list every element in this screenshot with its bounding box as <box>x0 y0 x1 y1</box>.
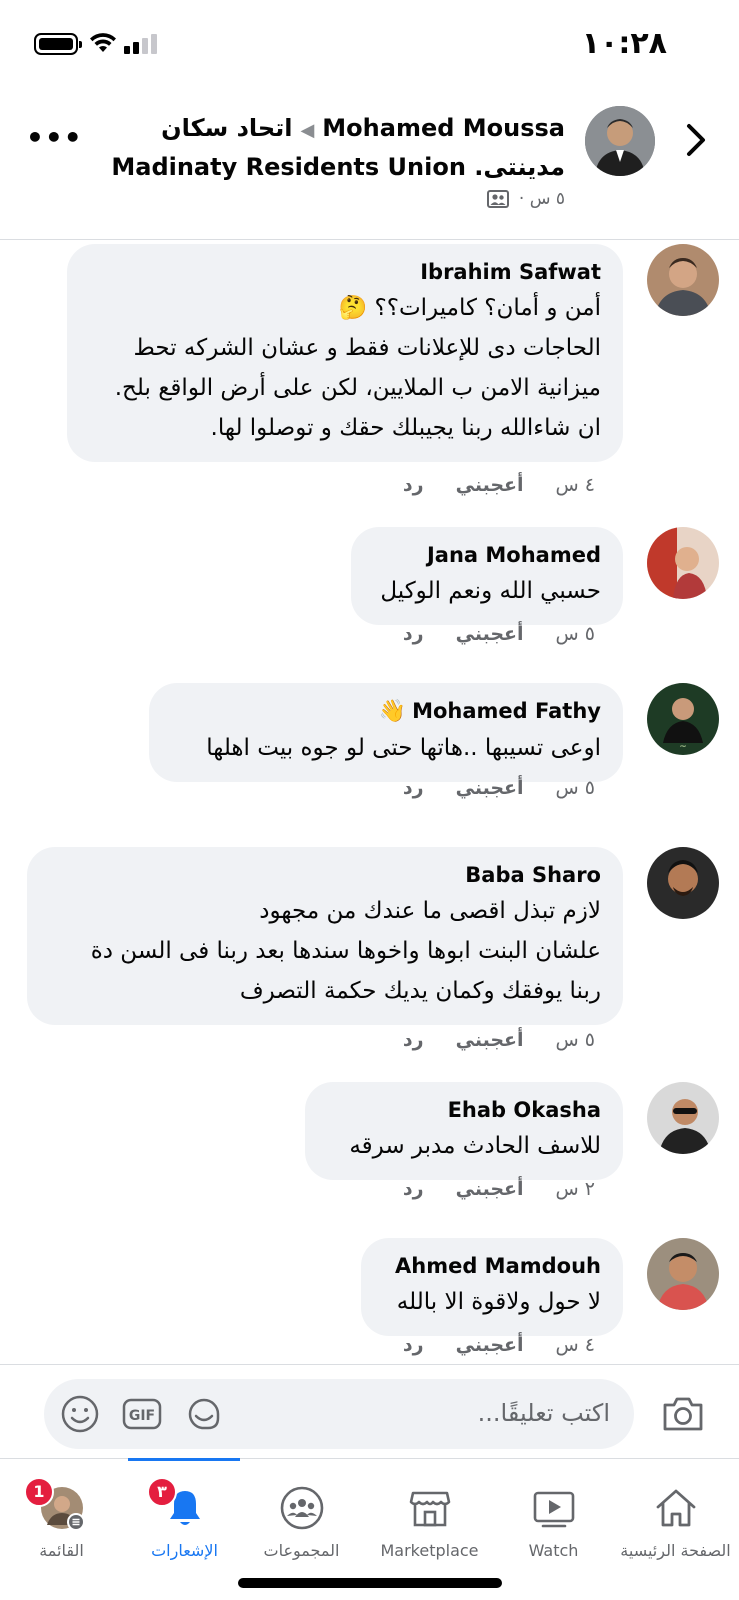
tab-home[interactable]: الصفحة الرئيسية <box>614 1469 737 1560</box>
wifi-icon <box>90 33 116 52</box>
commenter-name[interactable]: Jana Mohamed <box>373 539 601 571</box>
comment-actions: ٥ س أعجبني رد <box>371 623 595 645</box>
wave-badge-icon: 👋 <box>378 699 407 724</box>
tab-label: الإشعارات <box>151 1541 218 1560</box>
tab-marketplace[interactable]: Marketplace <box>368 1469 491 1560</box>
commenter-avatar[interactable]: ~ <box>647 683 719 755</box>
post-timestamp: ٥ س · <box>518 189 565 209</box>
more-options-icon[interactable]: ••• <box>26 124 82 152</box>
tab-label: Marketplace <box>380 1541 479 1560</box>
commenter-avatar[interactable] <box>647 847 719 919</box>
like-button[interactable]: أعجبني <box>456 777 524 799</box>
comment-bubble[interactable]: Mohamed Fathy👋 اوعى تسيبها ..هاتها حتى ل… <box>149 683 623 782</box>
comment-bubble[interactable]: Ehab Okasha للاسف الحادث مدبر سرقه <box>305 1082 623 1180</box>
comment-bubble[interactable]: Baba Sharo لازم تبذل اقصى ما عندك من مجه… <box>27 847 623 1025</box>
comment-text: أمن و أمان؟ كاميرات؟؟ 🤔 الحاجات دى للإعل… <box>114 295 601 441</box>
emoji-icon[interactable] <box>60 1394 100 1434</box>
comment-bubble[interactable]: Ibrahim Safwat أمن و أمان؟ كاميرات؟؟ 🤔 ا… <box>67 244 623 462</box>
reply-button[interactable]: رد <box>403 474 424 496</box>
like-button[interactable]: أعجبني <box>456 1334 524 1356</box>
watch-icon <box>533 1491 574 1528</box>
status-bar: ١٠:٢٨ <box>0 0 739 90</box>
commenter-name[interactable]: Mohamed Fathy <box>412 699 601 723</box>
cellular-signal-icon <box>124 34 158 54</box>
commenter-name[interactable]: Ehab Okasha <box>327 1094 601 1126</box>
svg-text:~: ~ <box>679 742 687 752</box>
bottom-tab-bar: 1 القائمة ٣ الإشعارات المجموعات Marketpl… <box>0 1458 739 1600</box>
comment-text: لازم تبذل اقصى ما عندك من مجهود علشان ال… <box>90 898 601 1004</box>
commenter-avatar[interactable] <box>647 1082 719 1154</box>
menu-badge: 1 <box>24 1477 54 1507</box>
reply-button[interactable]: رد <box>403 1178 424 1200</box>
comment-actions: ٢ س أعجبني رد <box>371 1178 595 1200</box>
comment-actions: ٥ س أعجبني رد <box>371 777 595 799</box>
marketplace-icon <box>409 1491 450 1527</box>
arrow-icon: ◀ <box>300 120 315 141</box>
commenter-name[interactable]: Ahmed Mamdouh <box>383 1250 601 1282</box>
comment-input-placeholder: اكتب تعليقًا... <box>477 1399 610 1427</box>
commenter-name[interactable]: Baba Sharo <box>49 859 601 891</box>
home-icon <box>656 1489 695 1527</box>
comment-bubble[interactable]: Jana Mohamed حسبي الله ونعم الوكيل <box>351 527 623 625</box>
tab-watch[interactable]: Watch <box>492 1469 615 1560</box>
tab-menu[interactable]: 1 القائمة <box>0 1469 123 1560</box>
post-header-text: Mohamed Moussa ◀ اتحاد سكان مدينتى. Madina… <box>105 110 565 213</box>
post-author-name[interactable]: Mohamed Moussa <box>322 114 565 142</box>
group-audience-icon <box>487 190 510 208</box>
comment-actions: ٥ س أعجبني رد <box>371 1029 595 1051</box>
commenter-avatar[interactable] <box>647 1238 719 1310</box>
group-name[interactable]: اتحاد سكان <box>161 114 292 142</box>
like-button[interactable]: أعجبني <box>456 1178 524 1200</box>
battery-icon <box>34 33 82 55</box>
facebook-comments-screen: ١٠:٢٨ ••• Mohamed Moussa ◀ اتحاد سكان مدين… <box>0 0 739 1600</box>
svg-text:GIF: GIF <box>129 1408 155 1424</box>
comment-text: للاسف الحادث مدبر سرقه <box>349 1133 601 1159</box>
home-indicator[interactable] <box>238 1578 502 1588</box>
reply-button[interactable]: رد <box>403 777 424 799</box>
reply-button[interactable]: رد <box>403 1334 424 1356</box>
comment-text: حسبي الله ونعم الوكيل <box>380 578 601 604</box>
comment-bubble[interactable]: Ahmed Mamdouh لا حول ولاقوة الا بالله <box>361 1238 623 1336</box>
groups-icon <box>280 1486 323 1530</box>
camera-icon[interactable] <box>661 1395 705 1433</box>
comment-time: ٤ س <box>555 1334 595 1356</box>
group-name-continued[interactable]: مدينتى. Madinaty Residents Union <box>105 149 565 185</box>
comment-time: ٥ س <box>555 1029 595 1051</box>
like-button[interactable]: أعجبني <box>456 1029 524 1051</box>
tab-label: المجموعات <box>263 1541 340 1560</box>
notifications-badge: ٣ <box>147 1477 177 1507</box>
comment-actions: ٤ س أعجبني رد <box>371 474 595 496</box>
reply-button[interactable]: رد <box>403 623 424 645</box>
comment-time: ٥ س <box>555 623 595 645</box>
tab-groups[interactable]: المجموعات <box>240 1469 363 1560</box>
comment-time: ٥ س <box>555 777 595 799</box>
like-button[interactable]: أعجبني <box>456 623 524 645</box>
tab-notifications[interactable]: ٣ الإشعارات <box>123 1469 246 1560</box>
tab-label: القائمة <box>39 1541 84 1560</box>
sticker-icon[interactable] <box>184 1394 224 1434</box>
status-time: ١٠:٢٨ <box>581 26 667 61</box>
gif-icon[interactable]: GIF <box>122 1394 162 1434</box>
author-avatar[interactable] <box>585 106 655 176</box>
commenter-name[interactable]: Ibrahim Safwat <box>89 256 601 288</box>
commenter-avatar[interactable] <box>647 244 719 316</box>
comment-input[interactable]: اكتب تعليقًا... GIF <box>44 1379 634 1449</box>
comment-text: اوعى تسيبها ..هاتها حتى لو جوه بيت اهلها <box>206 735 601 761</box>
active-tab-indicator <box>128 1458 240 1461</box>
tab-label: Watch <box>528 1541 579 1560</box>
comment-composer: اكتب تعليقًا... GIF <box>0 1364 739 1456</box>
reply-button[interactable]: رد <box>403 1029 424 1051</box>
comment-time: ٤ س <box>555 474 595 496</box>
like-button[interactable]: أعجبني <box>456 474 524 496</box>
comment-time: ٢ س <box>555 1178 595 1200</box>
comment-text: لا حول ولاقوة الا بالله <box>396 1289 601 1315</box>
commenter-avatar[interactable] <box>647 527 719 599</box>
chevron-right-icon[interactable] <box>681 122 711 158</box>
comment-actions: ٤ س أعجبني رد <box>371 1334 595 1356</box>
post-header: ••• Mohamed Moussa ◀ اتحاد سكان مدينتى. Ma… <box>0 90 739 240</box>
tab-label: الصفحة الرئيسية <box>620 1541 731 1560</box>
